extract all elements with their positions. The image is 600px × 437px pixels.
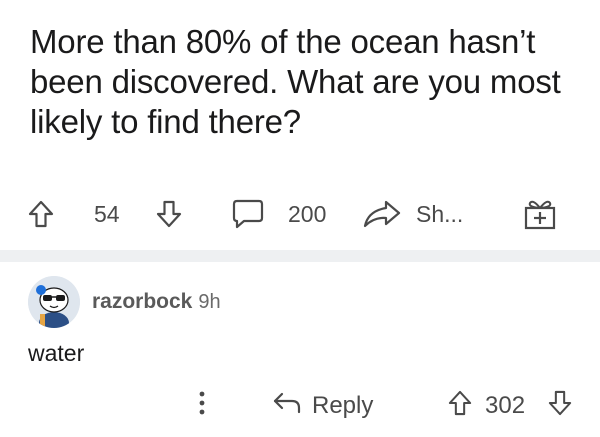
comment-upvote-button[interactable] xyxy=(448,386,472,426)
gift-icon xyxy=(522,197,558,231)
reply-button[interactable]: Reply xyxy=(272,386,373,426)
reply-arrow-icon xyxy=(272,391,302,422)
avatar[interactable] xyxy=(28,276,80,328)
share-button[interactable] xyxy=(362,192,402,236)
post-action-bar: 54 200 Sh... xyxy=(0,192,600,236)
arrow-up-icon xyxy=(28,200,54,228)
post-score: 54 xyxy=(94,200,120,227)
speech-bubble-icon xyxy=(231,198,265,230)
arrow-down-icon xyxy=(156,200,182,228)
share-label[interactable]: Sh... xyxy=(416,192,463,236)
post-title[interactable]: More than 80% of the ocean hasn’t been d… xyxy=(30,22,590,142)
upvote-button[interactable] xyxy=(28,192,54,236)
reply-label: Reply xyxy=(312,392,374,419)
comments-count: 200 xyxy=(288,200,327,227)
arrow-up-icon xyxy=(448,390,472,423)
timestamp: 9h xyxy=(198,291,221,313)
post-card: More than 80% of the ocean hasn’t been d… xyxy=(0,0,600,250)
comment-downvote-button[interactable] xyxy=(548,386,572,426)
more-options-button[interactable] xyxy=(196,386,208,426)
section-divider xyxy=(0,250,600,262)
comment-action-bar: Reply 302 xyxy=(0,386,600,426)
downvote-button[interactable] xyxy=(156,192,182,236)
arrow-down-icon xyxy=(548,390,572,423)
comment: razorbock 9h water Reply 302 xyxy=(0,262,600,437)
comment-score: 302 xyxy=(485,392,526,419)
comments-button[interactable] xyxy=(231,192,265,236)
award-button[interactable] xyxy=(522,192,558,236)
share-arrow-icon xyxy=(362,199,402,229)
comment-meta: razorbock 9h xyxy=(92,290,221,314)
username[interactable]: razorbock xyxy=(92,290,192,314)
vertical-ellipsis-icon xyxy=(196,388,208,425)
comment-body: water xyxy=(28,340,85,366)
